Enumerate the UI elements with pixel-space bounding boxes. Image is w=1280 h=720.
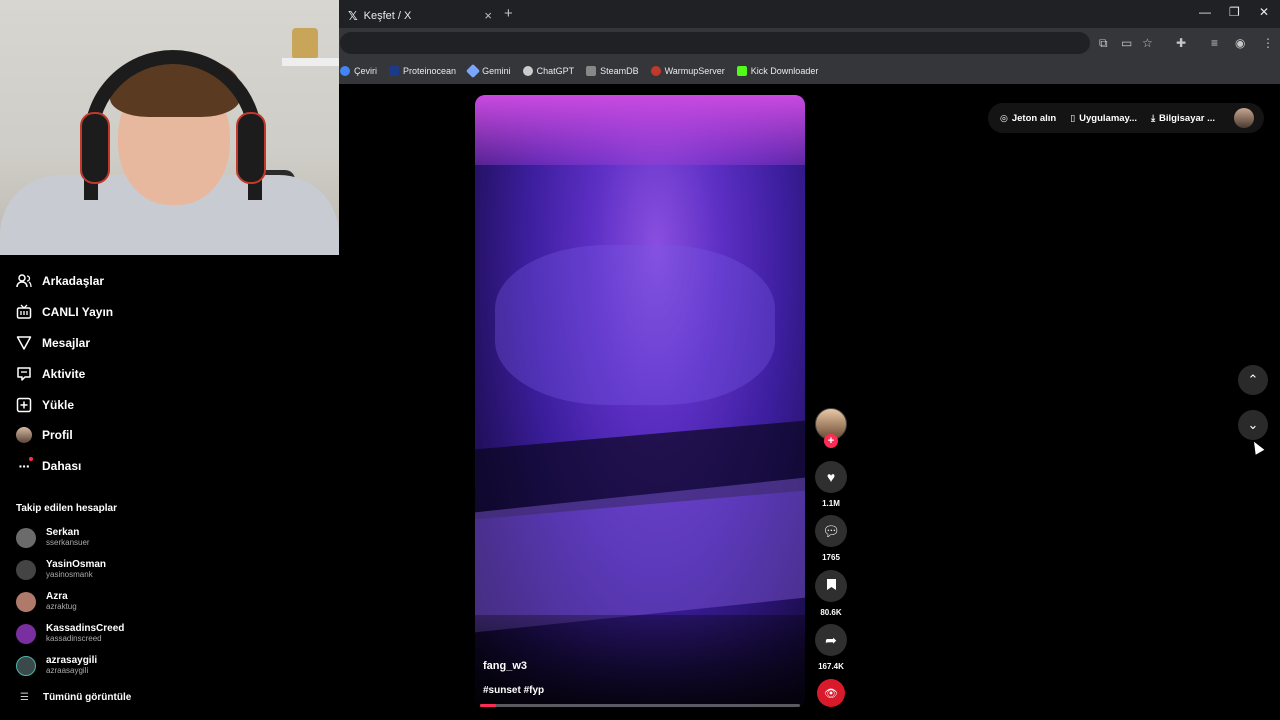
bookmark-chatgpt[interactable]: ChatGPT	[522, 66, 574, 76]
phone-icon: ▯	[1070, 112, 1076, 123]
share-button[interactable]: ➦	[815, 624, 847, 656]
next-video-button[interactable]: ⌄	[1238, 410, 1268, 440]
avatar	[16, 591, 36, 612]
avatar	[16, 655, 36, 676]
following-item-serkan[interactable]: Serkan sserkansuer	[16, 527, 90, 548]
comment-button[interactable]: 💬︎	[815, 515, 847, 547]
bookmark-star-icon[interactable]: ☆	[1142, 36, 1153, 50]
chatgpt-icon	[522, 66, 533, 76]
top-action-bar: ◎ Jeton alın ▯ Uygulamay... ⤓ Bilgisayar ..…	[988, 103, 1264, 133]
profile-avatar-icon	[16, 427, 32, 443]
gemini-icon	[465, 63, 481, 79]
profile-icon[interactable]: ◉	[1235, 36, 1245, 50]
user-avatar[interactable]	[1234, 108, 1254, 128]
video-username[interactable]: fang_w3	[483, 660, 527, 672]
chevron-up-icon: ⌃	[1247, 372, 1259, 387]
comment-count: 1765	[822, 553, 840, 562]
activity-icon	[16, 366, 32, 382]
avatar	[16, 527, 36, 548]
share-arrow-icon: ➦	[825, 631, 837, 648]
following-item-azrasaygili[interactable]: azrasaygili azraasaygili	[16, 655, 97, 676]
bookmark-proteinocean[interactable]: Proteinocean	[389, 66, 456, 76]
media-icon[interactable]: ≡	[1211, 36, 1218, 50]
steamdb-icon	[586, 66, 597, 76]
messages-icon	[16, 335, 32, 351]
restore-icon[interactable]: ❐	[1229, 5, 1240, 19]
previous-video-button[interactable]: ⌃	[1238, 365, 1268, 395]
tab-title: Keşfet / X	[363, 9, 412, 22]
p-icon	[389, 66, 400, 76]
following-item-kassadinscreed[interactable]: KassadinsCreed kassadinscreed	[16, 623, 124, 644]
sidebar-item-more[interactable]: ··· Dahası	[16, 457, 81, 474]
bookmark-kick-downloader[interactable]: Kick Downloader	[736, 66, 818, 76]
sidebar-item-friends[interactable]: Arkadaşlar	[16, 273, 104, 289]
get-app-button[interactable]: ▯ Uygulamay...	[1070, 113, 1137, 124]
mouse-cursor	[1249, 439, 1265, 455]
video-progress-fill	[480, 704, 496, 707]
eye-icon: 👁︎	[824, 687, 838, 700]
desktop-app-button[interactable]: ⤓ Bilgisayar ...	[1151, 113, 1215, 124]
video-player[interactable]: fang_w3 #sunset #fyp	[475, 95, 805, 708]
avatar	[16, 623, 36, 644]
x-logo-icon: 𝕏	[348, 8, 358, 23]
minimize-icon[interactable]: —	[1199, 5, 1211, 19]
comment-icon: 💬︎	[822, 522, 840, 539]
tab-close-icon[interactable]: ×	[484, 8, 492, 23]
music-disc-button[interactable]: 👁︎	[817, 679, 845, 707]
live-icon	[16, 304, 32, 320]
following-section-title: Takip edilen hesaplar	[16, 503, 117, 514]
download-icon: ⤓	[1151, 112, 1156, 123]
save-count: 80.6K	[820, 608, 842, 617]
translate-icon[interactable]: ⧉	[1099, 36, 1108, 51]
shelf	[282, 58, 339, 66]
coin-icon: ◎	[1000, 112, 1008, 123]
list-icon: ☰	[20, 692, 29, 703]
kick-icon	[736, 66, 747, 76]
follow-plus-button[interactable]: +	[824, 434, 838, 448]
sidebar-item-profile[interactable]: Profil	[16, 427, 73, 443]
following-item-yasinosman[interactable]: YasinOsman yasinosmank	[16, 559, 106, 580]
avatar	[16, 559, 36, 580]
sidebar-item-messages[interactable]: Mesajlar	[16, 335, 90, 351]
lamp	[292, 28, 318, 58]
like-count: 1.1M	[822, 499, 840, 508]
bookmark-warmupserver[interactable]: WarmupServer	[650, 66, 725, 76]
video-hashtags[interactable]: #sunset #fyp	[483, 685, 544, 696]
headphone-left-cup	[80, 112, 110, 184]
webcam-overlay	[0, 0, 339, 255]
more-icon: ···	[16, 457, 33, 474]
bookmark-steamdb[interactable]: SteamDB	[586, 66, 639, 76]
google-icon	[340, 66, 350, 76]
bookmark-gemini[interactable]: Gemini	[465, 63, 511, 79]
video-frame-ice	[495, 245, 775, 405]
upload-icon	[16, 397, 32, 413]
omnibox[interactable]	[340, 32, 1090, 54]
bookmark-icon	[826, 578, 837, 594]
tab-kesfet[interactable]: 𝕏 Keşfet / X ×	[340, 3, 500, 28]
sidebar-item-upload[interactable]: Yükle	[16, 397, 74, 413]
cast-icon[interactable]: ▭	[1121, 36, 1132, 50]
share-count: 167.4K	[818, 662, 844, 671]
bookmark-ceviri[interactable]: Çeviri	[340, 66, 377, 76]
warmup-icon	[650, 66, 661, 76]
heart-icon: ♥	[826, 469, 836, 485]
see-all-link[interactable]: ☰ Tümünü görüntüle	[20, 692, 131, 703]
following-item-azra[interactable]: Azra azraktug	[16, 591, 77, 612]
video-frame-top	[475, 95, 805, 165]
extensions-icon[interactable]: ✚	[1176, 36, 1186, 50]
sidebar-item-live[interactable]: CANLI Yayın	[16, 304, 113, 320]
menu-kebab-icon[interactable]: ⋮	[1262, 36, 1274, 50]
chevron-down-icon: ⌄	[1247, 417, 1259, 432]
friends-icon	[16, 273, 32, 289]
video-progress-bar[interactable]	[480, 704, 800, 707]
headphone-right-cup	[236, 112, 266, 184]
get-coins-button[interactable]: ◎ Jeton alın	[1000, 113, 1056, 124]
close-window-icon[interactable]: ✕	[1259, 5, 1269, 19]
save-button[interactable]	[815, 570, 847, 602]
new-tab-button[interactable]: +	[504, 5, 513, 22]
like-button[interactable]: ♥	[815, 461, 847, 493]
sidebar-item-activity[interactable]: Aktivite	[16, 366, 85, 382]
